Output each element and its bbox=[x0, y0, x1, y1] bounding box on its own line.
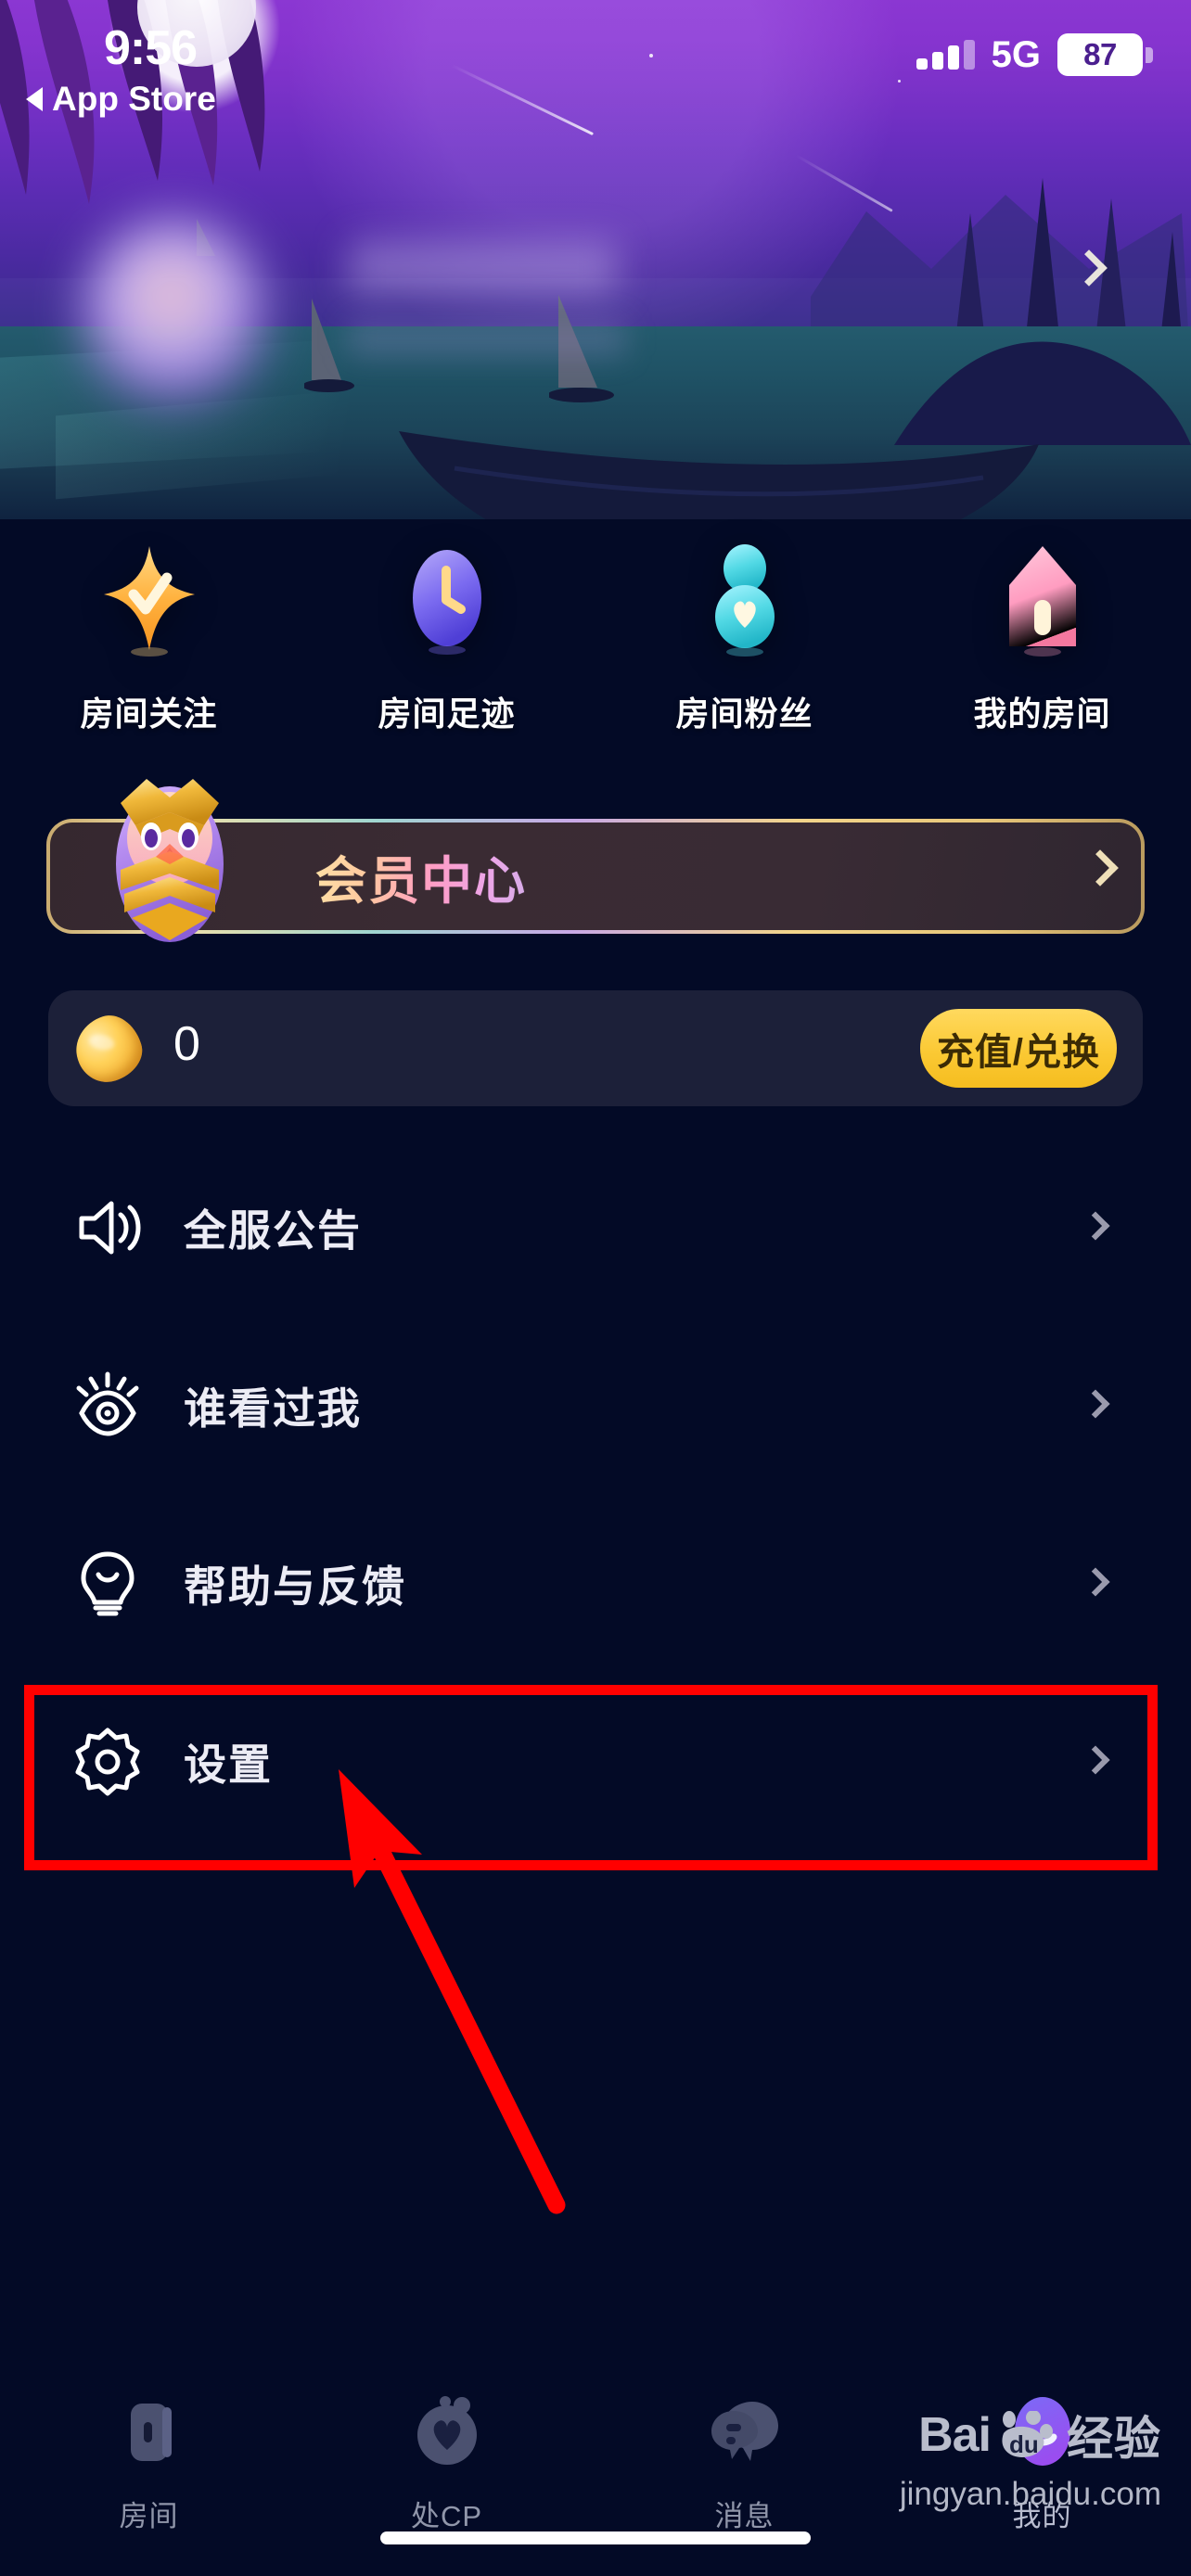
chevron-right-icon bbox=[1081, 1744, 1110, 1775]
house-icon bbox=[988, 542, 1097, 659]
shortcut-room-footprint[interactable]: 房间足迹 bbox=[298, 542, 596, 733]
star-check-icon bbox=[95, 542, 204, 659]
menu-item-label: 全服公告 bbox=[184, 1206, 362, 1255]
cp-heart-icon bbox=[408, 2394, 486, 2472]
watermark-url: jingyan.baidu.com bbox=[899, 2476, 1161, 2512]
chevron-right-icon bbox=[1081, 1210, 1110, 1241]
home-indicator bbox=[380, 2531, 811, 2544]
clock-icon bbox=[392, 542, 502, 659]
svg-text:du: du bbox=[1009, 2430, 1039, 2458]
lightbulb-icon bbox=[72, 1549, 143, 1619]
menu-item-help-feedback[interactable]: 帮助与反馈 bbox=[0, 1495, 1191, 1673]
battery-icon: 87 bbox=[1057, 33, 1153, 76]
eye-icon bbox=[72, 1371, 143, 1441]
shortcut-row: 房间关注 房间足迹 房间粉丝 我的房间 bbox=[0, 542, 1191, 733]
watermark-brand: Bai bbox=[918, 2408, 992, 2462]
chevron-right-icon bbox=[1070, 249, 1108, 287]
shortcut-room-follow[interactable]: 房间关注 bbox=[0, 542, 298, 733]
battery-percent-label: 87 bbox=[1083, 37, 1117, 71]
recharge-exchange-button[interactable]: 充值/兑换 bbox=[920, 1009, 1117, 1088]
shortcut-label: 房间粉丝 bbox=[675, 695, 813, 733]
tab-label: 房间 bbox=[119, 2500, 179, 2532]
menu-item-label: 帮助与反馈 bbox=[184, 1562, 406, 1611]
menu-item-label: 谁看过我 bbox=[184, 1384, 362, 1433]
shortcut-label: 房间关注 bbox=[80, 695, 218, 733]
signal-bars-icon bbox=[916, 40, 975, 70]
baidu-paw-icon: du bbox=[994, 2410, 1056, 2459]
back-label: App Store bbox=[52, 80, 216, 118]
tab-label: 处CP bbox=[410, 2500, 483, 2532]
menu-chevron bbox=[1081, 1210, 1110, 1241]
tab-room[interactable]: 房间 bbox=[0, 2337, 298, 2576]
gear-icon bbox=[72, 1727, 143, 1797]
profile-header[interactable] bbox=[0, 218, 1191, 403]
menu-item-announcements[interactable]: 全服公告 bbox=[0, 1139, 1191, 1317]
menu-item-settings[interactable]: 设置 bbox=[0, 1673, 1191, 1851]
vip-banner-title: 会员中心 bbox=[315, 839, 527, 913]
wallet-card: 0 充值/兑换 bbox=[48, 990, 1143, 1106]
menu-list: 全服公告 谁看过我 帮助与反馈 设置 bbox=[0, 1139, 1191, 1851]
menu-chevron bbox=[1081, 1566, 1110, 1597]
tab-label: 消息 bbox=[714, 2500, 775, 2532]
profile-name-blurred bbox=[348, 241, 617, 295]
shortcut-room-fans[interactable]: 房间粉丝 bbox=[596, 542, 893, 733]
status-indicators: 5G 87 bbox=[916, 33, 1153, 76]
recharge-label: 充值/兑换 bbox=[936, 1031, 1101, 1073]
megaphone-icon bbox=[72, 1192, 143, 1263]
chevron-right-icon bbox=[1082, 849, 1119, 886]
room-icon bbox=[110, 2394, 188, 2472]
back-triangle-icon bbox=[26, 87, 43, 111]
shortcut-label: 房间足迹 bbox=[378, 695, 516, 733]
watermark-product: 经验 bbox=[1067, 2413, 1161, 2465]
status-clock: 9:56 bbox=[104, 21, 198, 75]
coin-balance: 0 bbox=[173, 1017, 200, 1071]
chevron-right-icon bbox=[1081, 1566, 1110, 1597]
chevron-right-icon bbox=[1081, 1388, 1110, 1419]
avatar[interactable] bbox=[82, 218, 267, 403]
person-heart-icon bbox=[690, 542, 800, 659]
menu-item-label: 设置 bbox=[184, 1741, 273, 1789]
baidu-jingyan-watermark: Bai du 经验 jingyan.baidu.com bbox=[900, 2402, 1161, 2513]
shortcut-label: 我的房间 bbox=[973, 695, 1111, 733]
back-to-app-store-link[interactable]: App Store bbox=[26, 80, 216, 119]
profile-chevron[interactable] bbox=[1070, 249, 1108, 287]
large-boat-silhouette bbox=[399, 431, 1039, 519]
vip-crown-mascot-icon bbox=[100, 772, 239, 948]
chat-bubble-icon bbox=[706, 2394, 784, 2472]
profile-subtitle-blurred bbox=[348, 320, 626, 357]
menu-chevron bbox=[1081, 1388, 1110, 1419]
vip-chevron[interactable] bbox=[1082, 849, 1119, 886]
network-type-label: 5G bbox=[991, 33, 1041, 75]
menu-item-who-viewed-me[interactable]: 谁看过我 bbox=[0, 1317, 1191, 1495]
gold-coin-icon bbox=[67, 1007, 150, 1090]
menu-chevron bbox=[1081, 1744, 1110, 1775]
shortcut-my-room[interactable]: 我的房间 bbox=[893, 542, 1191, 733]
